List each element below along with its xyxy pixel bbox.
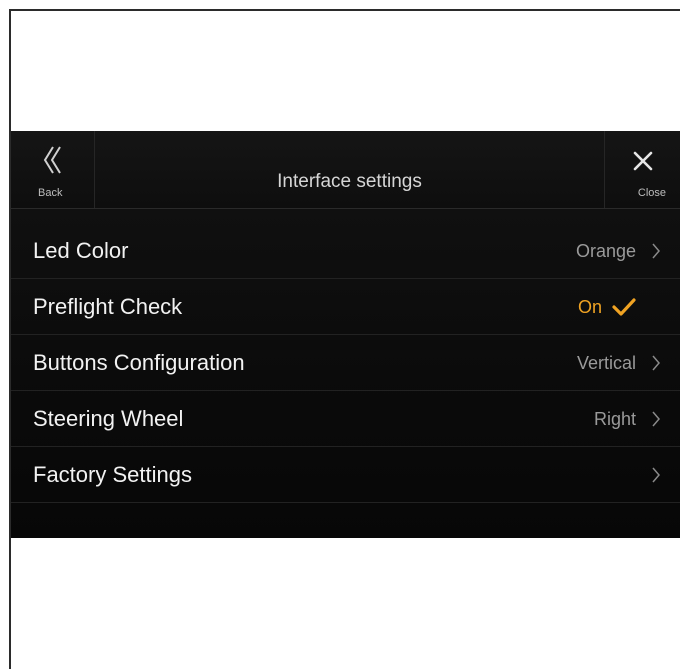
setting-row-preflight-check[interactable]: Preflight Check On — [11, 279, 680, 335]
setting-row-steering-wheel[interactable]: Steering Wheel Right — [11, 391, 680, 447]
title-bar: Back Interface settings Close — [11, 131, 680, 209]
setting-label: Factory Settings — [33, 462, 192, 487]
setting-row-factory-settings[interactable]: Factory Settings — [11, 447, 680, 503]
setting-label: Buttons Configuration — [33, 350, 245, 375]
chevron-right-icon — [652, 467, 660, 483]
back-button[interactable]: Back — [11, 131, 95, 208]
chevron-right-icon — [652, 355, 660, 371]
double-chevron-left-icon — [43, 146, 61, 174]
chevron-right-icon — [652, 243, 660, 259]
setting-row-led-color[interactable]: Led Color Orange — [11, 223, 680, 279]
close-icon — [633, 151, 653, 171]
setting-label: Preflight Check — [33, 294, 183, 319]
close-button[interactable]: Close — [604, 131, 680, 208]
setting-value: Right — [593, 409, 636, 429]
page-title: Interface settings — [277, 171, 422, 192]
chevron-right-icon — [652, 411, 660, 427]
checkmark-icon[interactable] — [612, 297, 636, 317]
setting-value: Orange — [575, 241, 636, 261]
setting-value: On — [577, 297, 602, 317]
setting-value: Vertical — [576, 353, 636, 373]
setting-label: Steering Wheel — [33, 406, 184, 431]
setting-label: Led Color — [33, 238, 129, 263]
close-label: Close — [637, 187, 666, 199]
settings-screen: Back Interface settings Close Led Color … — [11, 131, 680, 538]
settings-list: Led Color Orange Preflight Check On Butt… — [11, 223, 680, 503]
setting-row-buttons-configuration[interactable]: Buttons Configuration Vertical — [11, 335, 680, 391]
back-label: Back — [38, 187, 63, 199]
